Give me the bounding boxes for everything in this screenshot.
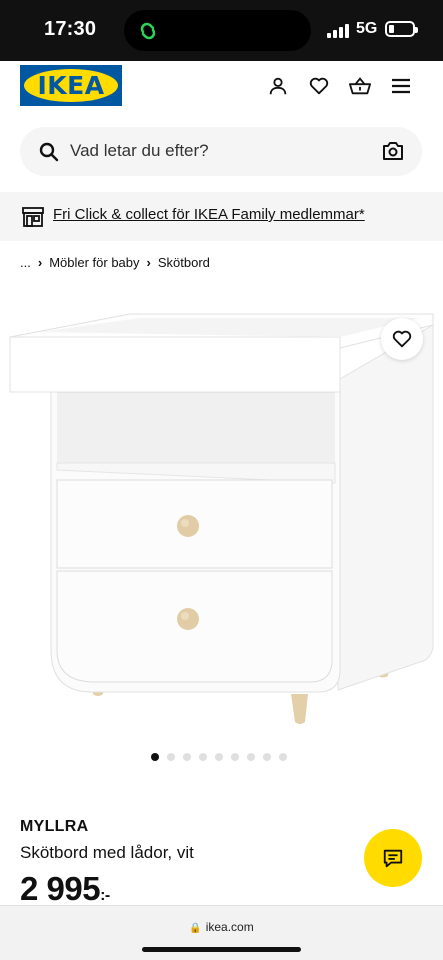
dynamic-island [124, 10, 311, 51]
breadcrumb-ellipsis[interactable]: ... [20, 255, 31, 270]
product-name[interactable]: MYLLRA [20, 818, 88, 836]
carousel-indicator[interactable] [151, 753, 287, 761]
search-input[interactable]: Vad letar du efter? [70, 141, 209, 161]
store-icon [21, 206, 45, 228]
carousel-dot[interactable] [183, 753, 191, 761]
network-type: 5G [356, 20, 378, 37]
product-image[interactable] [0, 290, 443, 730]
breadcrumb-item-baby-furniture[interactable]: Möbler för baby [49, 255, 139, 270]
price-value: 2 995 [20, 870, 101, 907]
carousel-dot[interactable] [279, 753, 287, 761]
carousel-dot[interactable] [199, 753, 207, 761]
url-text: ikea.com [205, 920, 254, 934]
product-price: 2 995:- [20, 870, 110, 908]
carousel-dot[interactable] [167, 753, 175, 761]
lock-icon: 🔒 [189, 923, 202, 934]
carousel-dot[interactable] [247, 753, 255, 761]
status-time: 17:30 [44, 18, 97, 40]
promo-link[interactable]: Fri Click & collect för IKEA Family medl… [53, 206, 365, 223]
browser-address-bar[interactable]: 🔒 ikea.com [0, 905, 443, 960]
chat-button[interactable] [364, 829, 422, 887]
status-bar: 17:30 5G [0, 0, 443, 61]
search-bar[interactable]: Vad letar du efter? [20, 127, 422, 176]
activity-icon [134, 17, 162, 45]
carousel-dot[interactable] [231, 753, 239, 761]
basket-icon[interactable] [346, 72, 374, 100]
carousel-dot[interactable] [151, 753, 159, 761]
ikea-logo[interactable]: IKEA [20, 65, 122, 106]
url-display[interactable]: 🔒 ikea.com [0, 920, 443, 934]
camera-icon[interactable] [381, 139, 405, 163]
favourite-button[interactable] [381, 318, 423, 360]
promo-banner[interactable]: Fri Click & collect för IKEA Family medl… [0, 192, 443, 241]
logo-text: IKEA [37, 71, 105, 100]
home-indicator[interactable] [142, 947, 301, 952]
search-icon [37, 140, 61, 164]
heart-icon [392, 330, 412, 348]
product-description: Skötbord med lådor, vit [20, 843, 194, 862]
battery-icon [385, 21, 418, 37]
carousel-dot[interactable] [215, 753, 223, 761]
chat-icon [383, 849, 403, 868]
heart-icon[interactable] [305, 72, 333, 100]
carousel-dot[interactable] [263, 753, 271, 761]
menu-icon[interactable] [387, 72, 415, 100]
breadcrumb-item-changing-table[interactable]: Skötbord [158, 255, 210, 270]
chevron-right-icon: › [37, 255, 43, 270]
breadcrumb: ... › Möbler för baby › Skötbord [20, 255, 210, 270]
price-suffix: :- [100, 887, 110, 904]
profile-icon[interactable] [264, 72, 292, 100]
chevron-right-icon: › [146, 255, 151, 270]
signal-icon [327, 23, 351, 38]
